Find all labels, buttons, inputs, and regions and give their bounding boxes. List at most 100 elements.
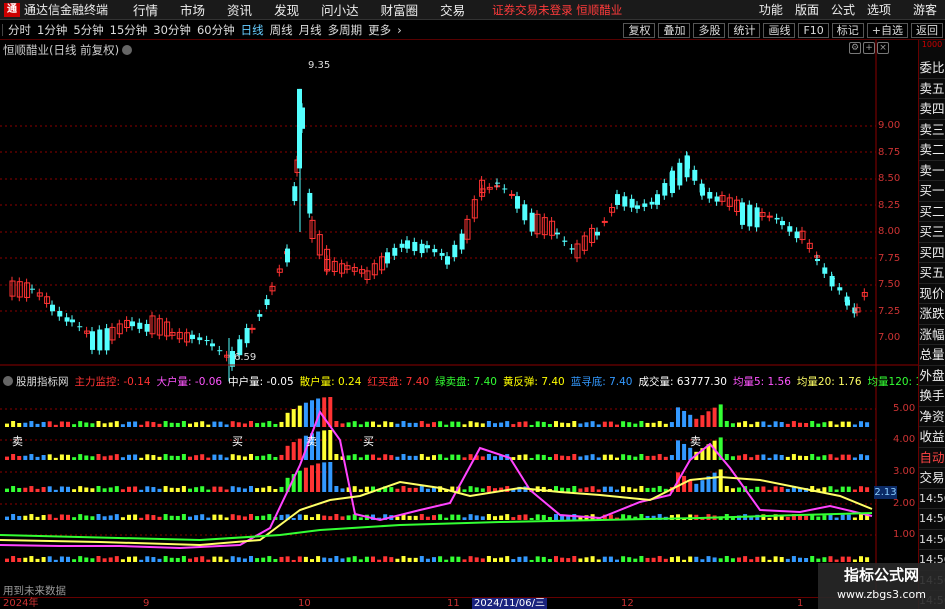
indicator-bar	[255, 456, 260, 460]
candle-body	[601, 220, 608, 223]
indicator-bar	[255, 558, 260, 562]
indicator-bar	[785, 488, 790, 492]
panel-item[interactable]: 卖三	[919, 120, 945, 140]
panel-item[interactable]: 卖四	[919, 99, 945, 120]
indicator-bar	[242, 488, 247, 492]
menu-layout[interactable]: 版面	[795, 1, 819, 18]
indicator-bar	[846, 514, 851, 520]
menu-discover[interactable]: 发现	[274, 0, 299, 19]
panel-item[interactable]: 涨跌	[919, 304, 945, 325]
indicator-bar	[523, 514, 528, 520]
panel-item[interactable]: 卖二	[919, 140, 945, 161]
indicator-bar	[157, 558, 162, 562]
panel-item[interactable]: 买五	[919, 263, 945, 284]
draw-line-button[interactable]: 画线	[763, 22, 796, 38]
f10-button[interactable]: F10	[798, 22, 829, 38]
indicator-bar	[798, 557, 802, 562]
candle-body	[830, 278, 835, 280]
panel-item[interactable]: 买四	[919, 243, 945, 263]
menu-market[interactable]: 行情	[133, 0, 158, 19]
indicator-bar	[456, 454, 461, 460]
menu-ask[interactable]: 问小达	[321, 0, 359, 19]
panel-item[interactable]: 委比	[919, 58, 945, 79]
indicator-bar	[5, 423, 9, 427]
adjust-button[interactable]: 复权	[623, 22, 656, 38]
menu-formula[interactable]: 公式	[831, 1, 855, 18]
trade-label[interactable]: 交易	[919, 468, 945, 489]
indicator-bar	[17, 422, 22, 427]
ind-retail: 散户量: 0.24	[299, 375, 362, 388]
chevron-right-icon[interactable]: ›	[394, 23, 405, 37]
panel-item[interactable]: 买二	[919, 202, 945, 222]
indicator-bar	[200, 421, 205, 427]
menu-news[interactable]: 资讯	[227, 0, 252, 19]
mark-button[interactable]: 标记	[831, 22, 864, 38]
date-axis[interactable]: 2024年 9 10 11 2024/11/06/三 12 1	[0, 597, 918, 609]
period-multi[interactable]: 多周期	[325, 22, 366, 38]
panel-item[interactable]: 外盘	[919, 366, 945, 386]
period-60min[interactable]: 60分钟	[194, 22, 238, 38]
period-monthly[interactable]: 月线	[296, 22, 325, 38]
multi-stock-button[interactable]: 多股	[693, 22, 726, 38]
period-weekly[interactable]: 周线	[267, 22, 296, 38]
candlestick-series[interactable]	[9, 88, 868, 382]
indicator-header[interactable]: 股朋指标网 主力监控: -0.14 大户量: -0.06 中户量: -0.05 …	[3, 374, 945, 388]
panel-item[interactable]: 买三	[919, 222, 945, 243]
overlay-button[interactable]: 叠加	[658, 22, 691, 38]
trade-login-warning[interactable]: 证券交易未登录 恒顺醋业	[492, 2, 622, 18]
indicator-bar	[657, 556, 662, 562]
period-5min[interactable]: 5分钟	[70, 22, 106, 38]
panel-item[interactable]: 涨幅	[919, 325, 945, 345]
panel-item[interactable]: 总量	[919, 345, 945, 366]
menu-options[interactable]: 选项	[867, 1, 891, 18]
kline-chart[interactable]	[0, 40, 918, 597]
date-tick: 2024年	[3, 598, 39, 609]
panel-item[interactable]: 卖五	[919, 79, 945, 99]
indicator-bar	[444, 517, 449, 520]
indicator-bar	[236, 455, 241, 460]
add-watchlist-button[interactable]: +自选	[866, 22, 908, 38]
indicator-bar	[285, 445, 290, 460]
indicator-bar	[102, 488, 107, 492]
period-30min[interactable]: 30分钟	[150, 22, 194, 38]
menu-sector[interactable]: 市场	[180, 0, 205, 19]
panel-item[interactable]: 换手	[919, 386, 945, 407]
period-more[interactable]: 更多	[365, 22, 394, 38]
panel-item[interactable]: 现价	[919, 284, 945, 304]
indicator-gear-icon[interactable]	[3, 376, 13, 386]
auto-label[interactable]: 自动	[919, 448, 945, 468]
indicator-bar	[212, 556, 217, 562]
back-button[interactable]: 返回	[911, 22, 943, 38]
indicator-bar	[541, 421, 546, 427]
period-intraday[interactable]: 分时	[5, 22, 34, 38]
panel-item[interactable]: 卖一	[919, 161, 945, 181]
candle-body	[845, 299, 850, 306]
indicator-bar	[852, 559, 857, 562]
menu-trade[interactable]: 交易	[440, 0, 465, 19]
indicator-bar	[334, 556, 339, 562]
statistics-button[interactable]: 统计	[728, 22, 761, 38]
period-1min[interactable]: 1分钟	[34, 22, 70, 38]
period-15min[interactable]: 15分钟	[107, 22, 151, 38]
high-price-marker: 9.35	[308, 60, 331, 71]
indicator-bar	[218, 486, 223, 492]
guest-login[interactable]: 游客	[913, 1, 937, 18]
period-daily[interactable]: 日线	[238, 22, 267, 38]
menu-wealth[interactable]: 财富圈	[381, 0, 419, 19]
panel-item[interactable]: 净资	[919, 407, 945, 427]
indicator-bar	[608, 421, 613, 427]
indicator-bar	[29, 421, 34, 427]
panel-item[interactable]: 买一	[919, 181, 945, 202]
indicator-bar	[358, 424, 363, 427]
panel-item[interactable]: 收益	[919, 427, 945, 448]
indicator-bar	[462, 457, 467, 460]
candle-body	[794, 231, 800, 239]
indicator-bar	[358, 489, 363, 492]
indicator-bar	[816, 423, 821, 427]
indicator-bar	[480, 488, 485, 492]
indicator-bar	[486, 514, 491, 520]
menu-function[interactable]: 功能	[759, 1, 783, 18]
indicator-bar	[651, 422, 656, 427]
indicator-bar	[389, 455, 394, 460]
indicator-bar	[114, 421, 119, 427]
